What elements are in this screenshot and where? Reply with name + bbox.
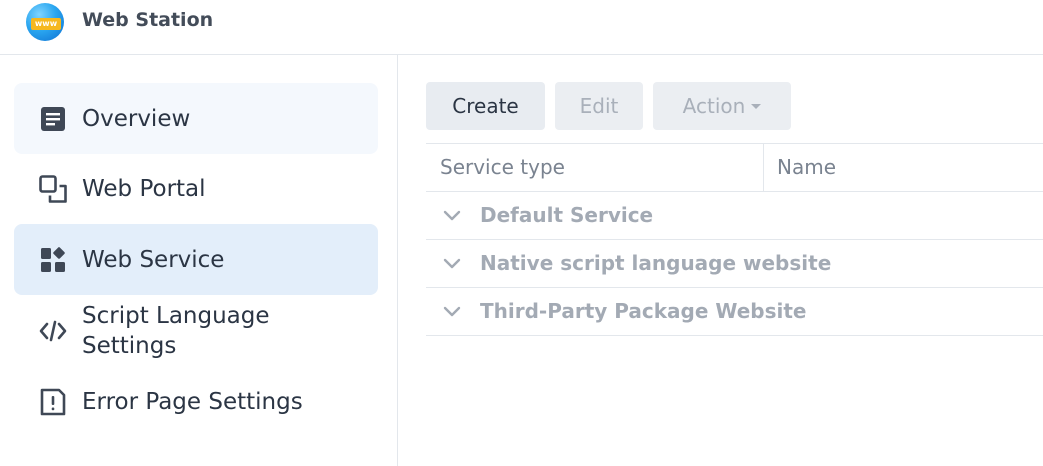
sidebar: Overview Web Portal Web Service Script L…	[0, 55, 398, 466]
app-title: Web Station	[82, 9, 214, 31]
chevron-down-icon[interactable]	[442, 254, 462, 274]
sidebar-item-script-language-settings[interactable]: Script Language Settings	[14, 295, 378, 366]
sidebar-item-error-page-settings[interactable]: Error Page Settings	[14, 366, 378, 437]
code-icon	[38, 316, 68, 346]
caret-down-icon	[751, 103, 762, 109]
web-service-icon	[38, 245, 68, 275]
service-table: Service type Name Default Service Native…	[426, 143, 1043, 336]
group-row-default-service[interactable]: Default Service	[426, 192, 1043, 240]
chevron-down-icon[interactable]	[442, 302, 462, 322]
title-bar: www Web Station	[0, 0, 1043, 55]
label-line-1: Script Language	[82, 302, 270, 329]
error-page-icon	[38, 387, 68, 417]
sidebar-item-label: Script Language Settings	[82, 301, 270, 361]
group-label: Default Service	[480, 203, 654, 227]
group-label: Third-Party Package Website	[480, 299, 807, 323]
create-button[interactable]: Create	[426, 82, 545, 130]
sidebar-item-label: Web Service	[82, 246, 225, 273]
group-row-native-script[interactable]: Native script language website	[426, 240, 1043, 288]
column-divider[interactable]	[763, 144, 764, 191]
sidebar-item-label: Overview	[82, 105, 191, 132]
overview-icon	[38, 104, 68, 134]
action-button-label: Action	[682, 94, 746, 118]
column-header-service-type[interactable]: Service type	[440, 144, 565, 191]
label-line-2: Settings	[82, 332, 177, 359]
sidebar-item-web-service[interactable]: Web Service	[14, 224, 378, 295]
sidebar-item-label: Error Page Settings	[82, 388, 303, 415]
main-panel: Create Edit Action Service type Name Def…	[399, 55, 1043, 466]
group-row-third-party[interactable]: Third-Party Package Website	[426, 288, 1043, 336]
column-header-name[interactable]: Name	[777, 144, 836, 191]
action-button[interactable]: Action	[653, 82, 791, 130]
sidebar-item-overview[interactable]: Overview	[14, 83, 378, 154]
table-header: Service type Name	[426, 143, 1043, 192]
edit-button[interactable]: Edit	[555, 82, 643, 130]
sidebar-item-web-portal[interactable]: Web Portal	[14, 153, 378, 224]
chevron-down-icon[interactable]	[442, 206, 462, 226]
logo-text: www	[31, 18, 61, 30]
sidebar-item-label: Web Portal	[82, 175, 206, 202]
group-label: Native script language website	[480, 251, 832, 275]
web-portal-icon	[38, 174, 68, 204]
web-station-logo-icon: www	[26, 3, 64, 41]
